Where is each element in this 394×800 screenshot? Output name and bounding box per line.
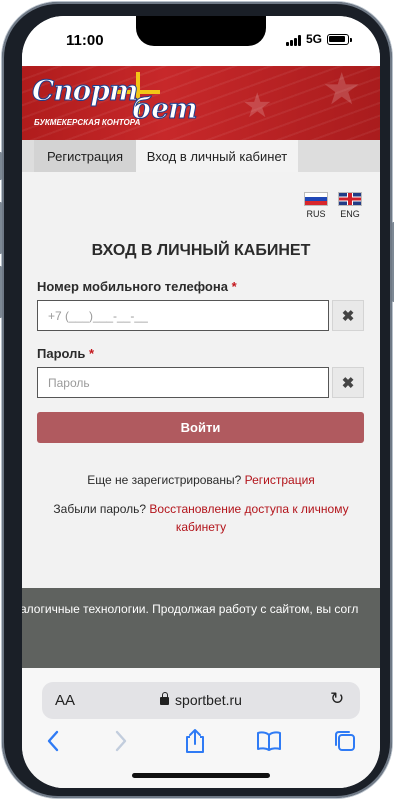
address-bar[interactable]: AA sportbet.ru ↻: [42, 682, 360, 719]
phone-label: Номер мобильного телефона *: [37, 279, 237, 294]
reload-icon[interactable]: ↻: [330, 689, 344, 709]
clear-phone-button[interactable]: ✖: [332, 300, 364, 331]
share-icon: [186, 729, 204, 753]
restore-access-link[interactable]: Восстановление доступа к личному: [149, 502, 348, 516]
tab-registration[interactable]: Регистрация: [34, 140, 136, 172]
russia-flag-icon: [304, 192, 328, 206]
logo-word-sport: Спорт: [32, 74, 140, 108]
mute-switch: [0, 152, 2, 180]
tabs-icon: [335, 731, 355, 751]
clear-password-button[interactable]: ✖: [332, 367, 364, 398]
star-decoration-icon: ★: [242, 87, 273, 125]
logo-caption: БУКМЕКЕРСКАЯ КОНТОРА: [34, 118, 141, 127]
sportbet-logo[interactable]: Спорт бет БУКМЕКЕРСКАЯ КОНТОРА: [32, 70, 212, 136]
forgot-prompt: Забыли пароль? Восстановление доступа к …: [53, 502, 349, 516]
tabs-button[interactable]: [330, 726, 360, 756]
register-link[interactable]: Регистрация: [245, 473, 315, 487]
back-button[interactable]: [38, 726, 68, 756]
password-input[interactable]: Пароль: [37, 367, 329, 398]
phone-frame: 11:00 5G ★ ★ Спорт бет БУКМЕКЕРСКАЯ КОНТ…: [0, 2, 394, 798]
restore-access-link-cont[interactable]: кабинету: [176, 520, 226, 534]
notch: [136, 16, 266, 46]
volume-down-button: [0, 266, 2, 318]
book-icon: [257, 731, 281, 751]
auth-tabs: Регистрация Вход в личный кабинет: [22, 140, 380, 172]
star-decoration-icon: ★: [322, 66, 362, 114]
forgot-prompt-line2: кабинету: [22, 519, 380, 536]
bookmarks-button[interactable]: [254, 726, 284, 756]
lang-rus-label: RUS: [306, 209, 326, 219]
logo-word-bet: бет: [132, 92, 199, 126]
close-icon: ✖: [341, 307, 355, 325]
uk-flag-icon: [338, 192, 362, 206]
lock-icon: [160, 692, 170, 705]
required-mark: *: [89, 346, 95, 361]
site-header: ★ ★ Спорт бет БУКМЕКЕРСКАЯ КОНТОРА: [22, 66, 380, 140]
battery-icon: [327, 34, 352, 45]
signal-icon: [286, 35, 304, 46]
phone-input[interactable]: +7 (___)___-__-__: [37, 300, 329, 331]
volume-up-button: [0, 202, 2, 254]
status-bar: 11:00 5G: [22, 16, 380, 66]
cookie-banner: алогичные технологии. Продолжая работу с…: [22, 588, 380, 668]
chevron-right-icon: [115, 730, 127, 752]
required-mark: *: [231, 279, 237, 294]
screen: 11:00 5G ★ ★ Спорт бет БУКМЕКЕРСКАЯ КОНТ…: [22, 16, 380, 788]
register-prompt: Еще не зарегистрированы? Регистрация: [87, 473, 315, 487]
lang-eng[interactable]: ENG: [336, 192, 364, 219]
lang-rus[interactable]: RUS: [302, 192, 330, 219]
browser-bar: AA sportbet.ru ↻: [22, 668, 380, 788]
url-display[interactable]: sportbet.ru: [42, 692, 360, 708]
status-time: 11:00: [66, 32, 104, 49]
share-button[interactable]: [180, 726, 210, 756]
lang-eng-label: ENG: [340, 209, 360, 219]
login-button[interactable]: Войти: [37, 412, 364, 443]
close-icon: ✖: [341, 374, 355, 392]
login-panel: RUS ENG ВХОД В ЛИЧНЫЙ КАБИНЕТ Номер моби…: [22, 172, 380, 602]
tab-login[interactable]: Вход в личный кабинет: [136, 140, 298, 172]
network-type: 5G: [306, 32, 323, 46]
url-text: sportbet.ru: [175, 692, 242, 708]
home-indicator: [132, 773, 270, 778]
page-title: ВХОД В ЛИЧНЫЙ КАБИНЕТ: [91, 242, 311, 259]
cookie-text: алогичные технологии. Продолжая работу с…: [22, 602, 359, 616]
forward-button[interactable]: [106, 726, 136, 756]
password-label: Пароль *: [37, 346, 95, 361]
chevron-left-icon: [47, 730, 59, 752]
